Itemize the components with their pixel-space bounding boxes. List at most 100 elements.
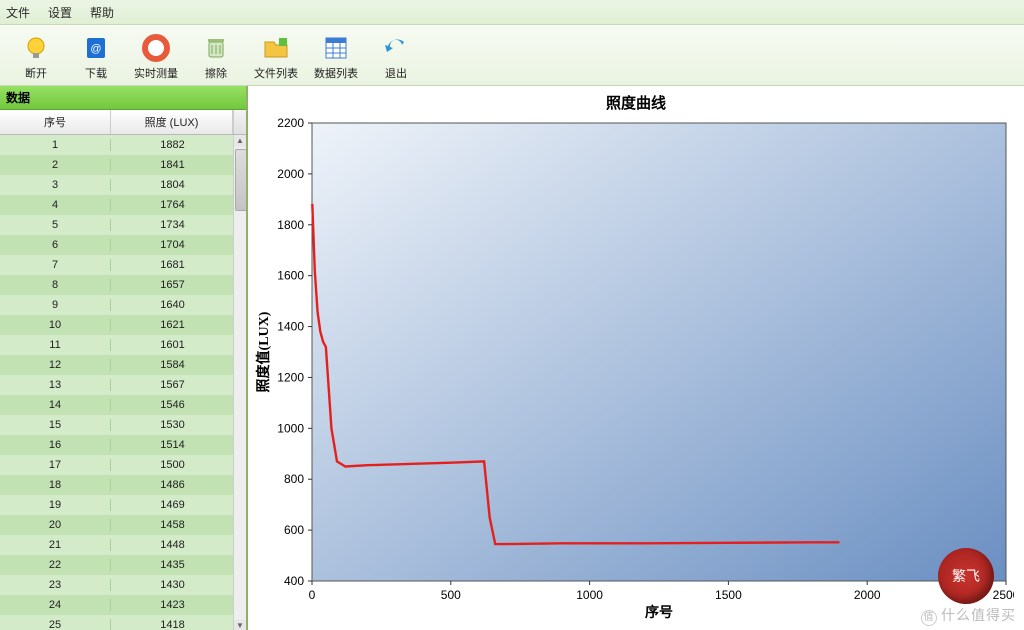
table-row[interactable]: 151530: [0, 415, 246, 435]
table-header: 序号 照度 (LUX): [0, 110, 246, 135]
svg-text:@: @: [90, 43, 101, 55]
cell-lux: 1734: [111, 219, 246, 231]
table-row[interactable]: 41764: [0, 195, 246, 215]
data-panel: 数据 序号 照度 (LUX) 1188221841318044176451734…: [0, 86, 248, 630]
cell-seq: 1: [0, 139, 111, 151]
cell-seq: 14: [0, 399, 111, 411]
lux-chart: 4006008001000120014001600180020002200050…: [254, 117, 1014, 623]
toolbar-label: 数据列表: [314, 65, 358, 81]
cell-lux: 1514: [111, 439, 246, 451]
cell-seq: 8: [0, 279, 111, 291]
table-row[interactable]: 141546: [0, 395, 246, 415]
cell-lux: 1657: [111, 279, 246, 291]
table-row[interactable]: 111601: [0, 335, 246, 355]
cell-lux: 1469: [111, 499, 246, 511]
svg-text:1000: 1000: [277, 421, 304, 435]
cell-seq: 23: [0, 579, 111, 591]
table-row[interactable]: 201458: [0, 515, 246, 535]
cell-lux: 1530: [111, 419, 246, 431]
cell-seq: 16: [0, 439, 111, 451]
table-row[interactable]: 51734: [0, 215, 246, 235]
cell-lux: 1584: [111, 359, 246, 371]
scroll-down-icon[interactable]: ▼: [234, 620, 246, 630]
cell-lux: 1546: [111, 399, 246, 411]
table-row[interactable]: 71681: [0, 255, 246, 275]
table-row[interactable]: 101621: [0, 315, 246, 335]
cell-lux: 1601: [111, 339, 246, 351]
vertical-scrollbar[interactable]: ▲ ▼: [233, 135, 246, 630]
cell-seq: 7: [0, 259, 111, 271]
menu-help[interactable]: 帮助: [90, 4, 114, 21]
toolbar-label: 退出: [385, 65, 407, 81]
cell-seq: 19: [0, 499, 111, 511]
menu-settings[interactable]: 设置: [48, 4, 72, 21]
cell-seq: 4: [0, 199, 111, 211]
cell-seq: 3: [0, 179, 111, 191]
col-lux[interactable]: 照度 (LUX): [111, 110, 233, 134]
disconnect-button[interactable]: 断开: [6, 32, 66, 83]
svg-text:2000: 2000: [277, 167, 304, 181]
table-row[interactable]: 131567: [0, 375, 246, 395]
toolbar-label: 下载: [85, 65, 107, 81]
lightbulb-icon: [20, 32, 52, 64]
back-arrow-icon: [380, 32, 412, 64]
scroll-gutter: [233, 110, 246, 134]
scroll-up-icon[interactable]: ▲: [234, 135, 246, 147]
table-row[interactable]: 21841: [0, 155, 246, 175]
table-row[interactable]: 241423: [0, 595, 246, 615]
table-row[interactable]: 191469: [0, 495, 246, 515]
scroll-thumb[interactable]: [235, 149, 246, 211]
table-row[interactable]: 61704: [0, 235, 246, 255]
panel-header: 数据: [0, 86, 246, 110]
toolbar-label: 文件列表: [254, 65, 298, 81]
svg-text:1500: 1500: [715, 588, 742, 602]
table-row[interactable]: 121584: [0, 355, 246, 375]
table-body: 1188221841318044176451734617047168181657…: [0, 135, 246, 630]
trash-icon: [200, 32, 232, 64]
toolbar-label: 断开: [25, 65, 47, 81]
clear-button[interactable]: 擦除: [186, 32, 246, 83]
cell-lux: 1418: [111, 619, 246, 630]
exit-button[interactable]: 退出: [366, 32, 426, 83]
cell-lux: 1458: [111, 519, 246, 531]
toolbar-label: 擦除: [205, 65, 227, 81]
svg-text:1000: 1000: [576, 588, 603, 602]
table-row[interactable]: 171500: [0, 455, 246, 475]
menu-file[interactable]: 文件: [6, 4, 30, 21]
table-row[interactable]: 181486: [0, 475, 246, 495]
svg-text:照度值(LUX): 照度值(LUX): [255, 311, 272, 392]
table-row[interactable]: 211448: [0, 535, 246, 555]
datalist-button[interactable]: 数据列表: [306, 32, 366, 83]
table-row[interactable]: 11882: [0, 135, 246, 155]
svg-text:1600: 1600: [277, 269, 304, 283]
table-icon: [320, 32, 352, 64]
svg-text:2500: 2500: [993, 588, 1014, 602]
cell-seq: 21: [0, 539, 111, 551]
col-seq[interactable]: 序号: [0, 110, 111, 134]
cell-seq: 17: [0, 459, 111, 471]
chart-title: 照度曲线: [254, 92, 1018, 113]
cell-lux: 1681: [111, 259, 246, 271]
table-row[interactable]: 161514: [0, 435, 246, 455]
cell-lux: 1423: [111, 599, 246, 611]
svg-text:1200: 1200: [277, 370, 304, 384]
cell-lux: 1804: [111, 179, 246, 191]
chart-panel: 照度曲线 40060080010001200140016001800200022…: [248, 86, 1024, 630]
table-row[interactable]: 31804: [0, 175, 246, 195]
cell-seq: 25: [0, 619, 111, 630]
toolbar: 断开 @ 下载 实时测量 擦除 文件列表 数据列表 退出: [0, 25, 1024, 86]
download-button[interactable]: @ 下载: [66, 32, 126, 83]
table-row[interactable]: 91640: [0, 295, 246, 315]
table-row[interactable]: 231430: [0, 575, 246, 595]
filelist-button[interactable]: 文件列表: [246, 32, 306, 83]
table-row[interactable]: 81657: [0, 275, 246, 295]
table-row[interactable]: 221435: [0, 555, 246, 575]
table-row[interactable]: 251418: [0, 615, 246, 630]
realtime-button[interactable]: 实时测量: [126, 32, 186, 83]
cell-seq: 10: [0, 319, 111, 331]
cell-lux: 1882: [111, 139, 246, 151]
cell-lux: 1567: [111, 379, 246, 391]
book-icon: @: [80, 32, 112, 64]
cell-seq: 6: [0, 239, 111, 251]
cell-seq: 15: [0, 419, 111, 431]
